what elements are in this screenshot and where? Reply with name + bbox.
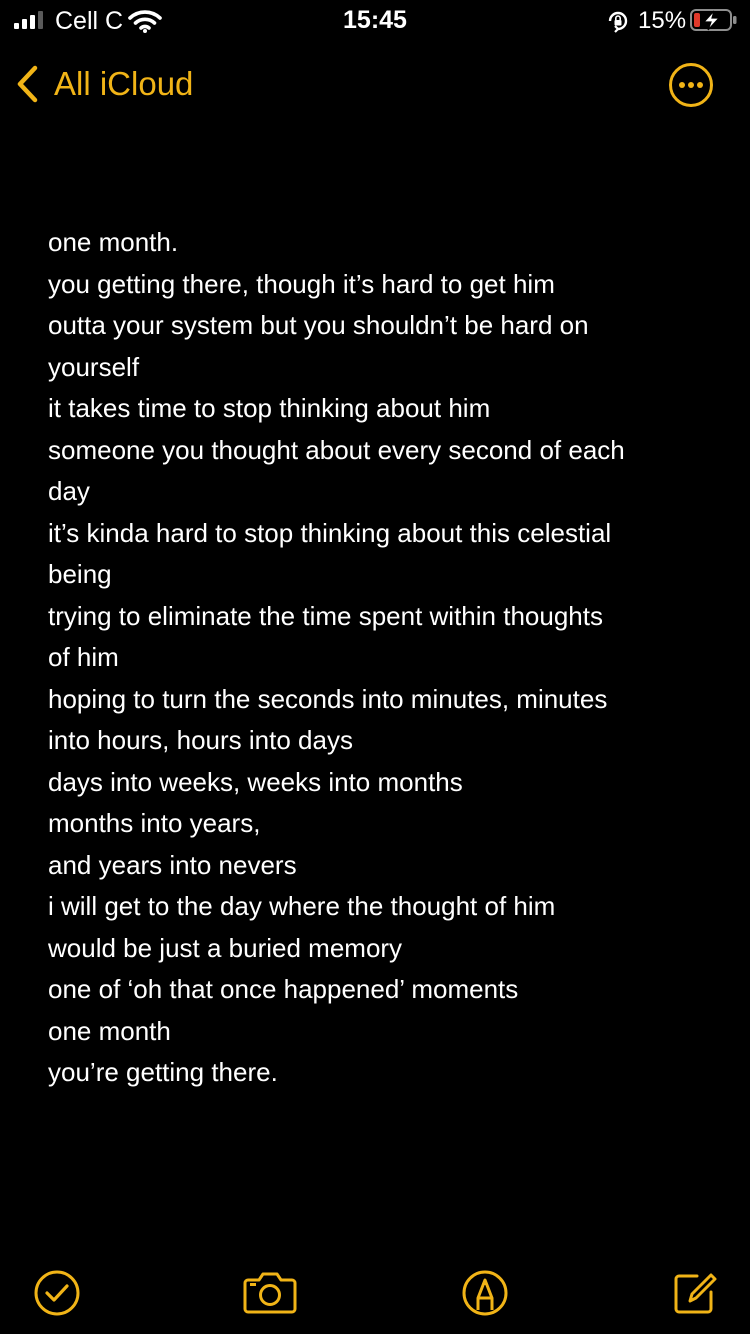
note-line: i will get to the day where the thought … (48, 891, 556, 921)
note-body[interactable]: one month. you getting there, though it’s… (48, 222, 718, 1094)
note-line: one of ‘oh that once happened’ moments (48, 974, 519, 1004)
note-line: of him (48, 642, 119, 672)
compose-icon[interactable] (670, 1268, 720, 1318)
note-line: it’s kinda hard to stop thinking about t… (48, 517, 612, 548)
note-line: days into weeks, weeks into months (48, 766, 463, 797)
note-line: one month. (48, 227, 179, 257)
note-line: outta your system but you shouldn’t be h… (48, 310, 589, 340)
camera-icon[interactable] (242, 1268, 298, 1318)
markup-pen-icon[interactable] (460, 1268, 510, 1318)
note-line: would be just a buried memory (48, 932, 403, 963)
battery-percentage: 15% (638, 7, 687, 34)
note-line: you’re getting there. (48, 1057, 278, 1087)
note-line: into hours, hours into days (48, 725, 353, 755)
chevron-left-icon (17, 65, 38, 103)
orientation-lock-icon (608, 11, 628, 33)
note-line: and years into nevers (48, 849, 297, 880)
ellipsis-circle-icon[interactable] (668, 62, 714, 108)
back-button-label: All iCloud (54, 65, 194, 102)
note-line: it takes time to stop thinking about him (48, 393, 491, 423)
note-line: being (48, 559, 112, 589)
note-line: months into years, (48, 808, 261, 838)
note-line: hoping to turn the seconds into minutes,… (48, 683, 608, 714)
battery-charging-icon (690, 9, 737, 31)
note-line: day (48, 476, 90, 506)
checklist-icon[interactable] (32, 1268, 82, 1318)
back-button[interactable]: All iCloud (14, 60, 193, 108)
note-line: you getting there, though it’s hard to g… (48, 268, 555, 299)
note-line: someone you thought about every second o… (48, 434, 625, 465)
note-line: trying to eliminate the time spent withi… (48, 600, 603, 631)
status-bar: Cell C 15:45 15% (0, 0, 750, 40)
note-line: yourself (48, 351, 140, 382)
note-line: one month (48, 1015, 171, 1046)
